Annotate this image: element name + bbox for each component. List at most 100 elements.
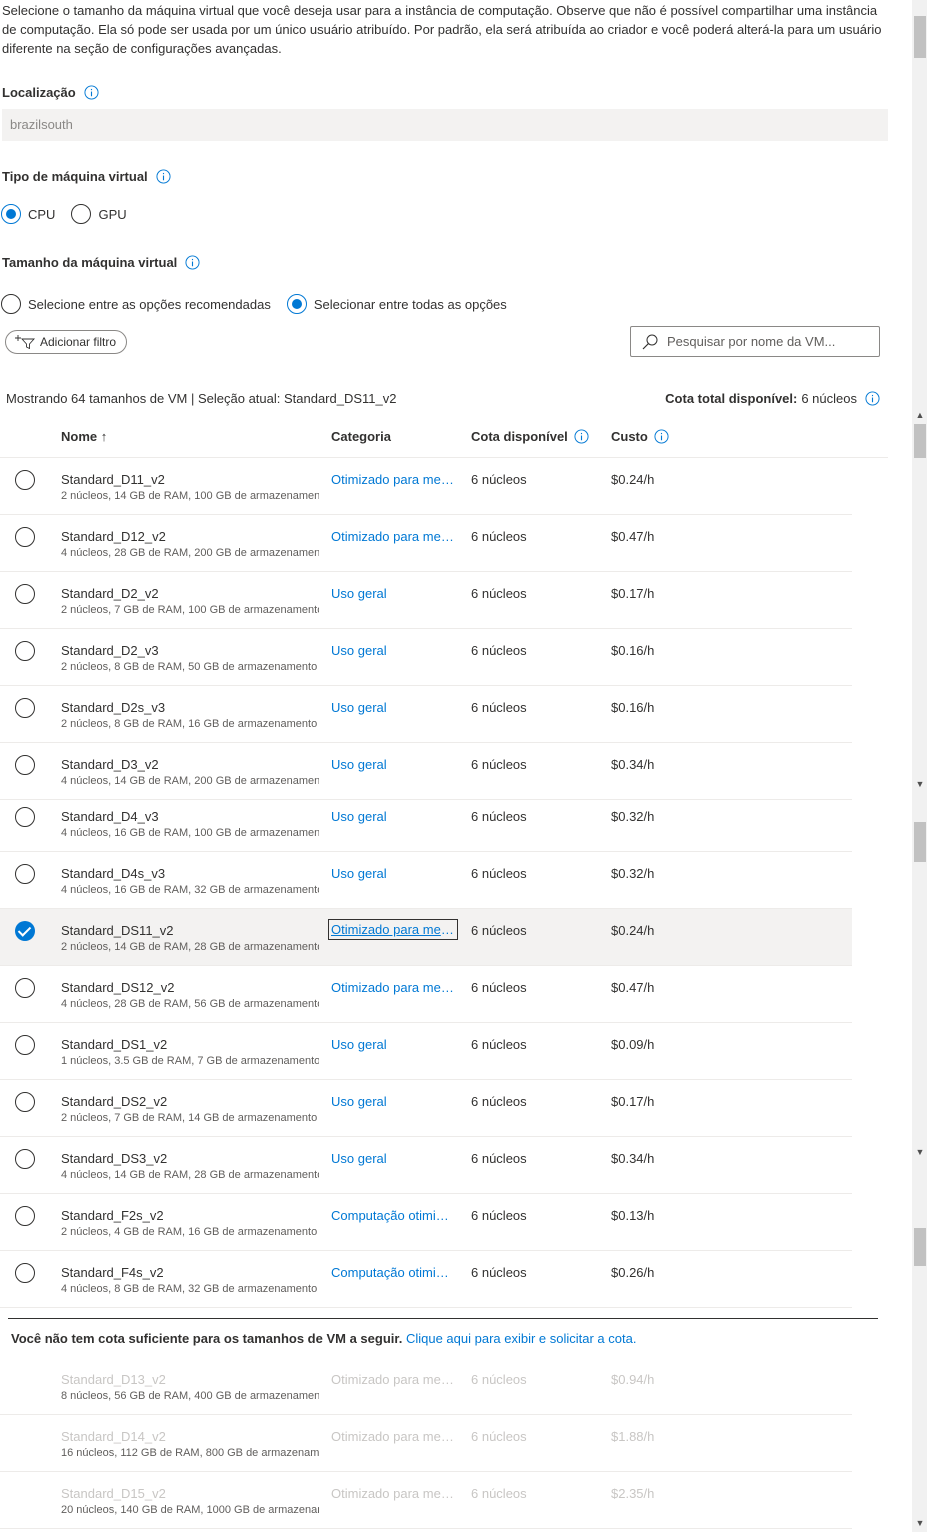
vm-name: Standard_F4s_v2 <box>61 1265 164 1280</box>
scroll-down-icon[interactable]: ▼ <box>915 780 925 789</box>
row-radio[interactable] <box>15 1092 35 1112</box>
vm-specs: 1 núcleos, 3.5 GB de RAM, 7 GB de armaze… <box>61 1055 319 1067</box>
row-radio[interactable] <box>15 978 35 998</box>
row-radio[interactable] <box>15 584 35 604</box>
row-radio[interactable] <box>15 698 35 718</box>
radio-all-options-label[interactable]: Selecionar entre todas as opções <box>314 297 507 312</box>
vm-size-label-group: Tamanho da máquina virtual <box>2 255 200 270</box>
vm-size-page: Selecione o tamanho da máquina virtual q… <box>0 0 912 1532</box>
vm-cost: $0.26/h <box>611 1265 655 1280</box>
row-radio[interactable] <box>15 527 35 547</box>
search-placeholder: Pesquisar por nome da VM... <box>667 334 836 349</box>
vm-quota: 6 núcleos <box>471 1486 527 1501</box>
table-row[interactable]: Standard_D3_v2 4 núcleos, 14 GB de RAM, … <box>0 743 852 800</box>
vm-category-link[interactable]: Computação otimizada <box>331 1208 455 1223</box>
vm-category-link[interactable]: Otimizado para memória <box>331 980 455 995</box>
row-radio[interactable] <box>15 1149 35 1169</box>
scroll-up-icon[interactable]: ▲ <box>915 411 925 420</box>
row-radio[interactable] <box>15 864 35 884</box>
table-row[interactable]: Standard_D2_v3 2 núcleos, 8 GB de RAM, 5… <box>0 629 852 686</box>
column-cost-label: Custo <box>611 429 648 444</box>
vm-quota: 6 núcleos <box>471 1208 527 1223</box>
vm-category-link[interactable]: Computação otimizada <box>331 1265 455 1280</box>
scrollbar-thumb[interactable] <box>914 1228 926 1266</box>
page-scrollbar[interactable] <box>912 0 927 1532</box>
table-row[interactable]: Standard_DS1_v2 1 núcleos, 3.5 GB de RAM… <box>0 1023 852 1080</box>
table-row[interactable]: Standard_D12_v2 4 núcleos, 28 GB de RAM,… <box>0 515 852 572</box>
vm-name: Standard_F2s_v2 <box>61 1208 164 1223</box>
row-radio[interactable] <box>15 1035 35 1055</box>
table-row[interactable]: Standard_D11_v2 2 núcleos, 14 GB de RAM,… <box>0 458 852 515</box>
column-quota[interactable]: Cota disponível <box>471 429 589 444</box>
scrollbar-thumb[interactable] <box>914 424 926 458</box>
table-row-selected[interactable]: Standard_DS11_v2 2 núcleos, 14 GB de RAM… <box>0 909 852 966</box>
vm-category-link[interactable]: Uso geral <box>331 1037 455 1052</box>
row-radio[interactable] <box>15 1206 35 1226</box>
vm-category-link[interactable]: Uso geral <box>331 700 455 715</box>
table-row[interactable]: Standard_D4s_v3 4 núcleos, 16 GB de RAM,… <box>0 852 852 909</box>
filter-icon <box>15 335 36 349</box>
no-quota-message: Você não tem cota suficiente para os tam… <box>11 1331 636 1346</box>
row-radio[interactable] <box>15 1263 35 1283</box>
vm-category-link[interactable]: Uso geral <box>331 586 455 601</box>
table-row[interactable]: Standard_DS2_v2 2 núcleos, 7 GB de RAM, … <box>0 1080 852 1137</box>
vm-category-link[interactable]: Uso geral <box>331 757 455 772</box>
vm-specs: 2 núcleos, 14 GB de RAM, 100 GB de armaz… <box>61 490 319 502</box>
column-cost[interactable]: Custo <box>611 429 669 444</box>
scroll-down-icon[interactable]: ▼ <box>915 1519 925 1528</box>
vm-category-link[interactable]: Uso geral <box>331 1151 455 1166</box>
request-quota-link[interactable]: Clique aqui para exibir e solicitar a co… <box>406 1331 637 1346</box>
scrollbar-thumb[interactable] <box>914 822 926 862</box>
vm-name: Standard_DS11_v2 <box>61 923 174 938</box>
vm-cost: $0.17/h <box>611 586 655 601</box>
vm-quota: 6 núcleos <box>471 643 527 658</box>
vm-specs: 2 núcleos, 4 GB de RAM, 16 GB de armazen… <box>61 1226 318 1238</box>
vm-category-link[interactable]: Otimizado para memória <box>331 529 455 544</box>
row-check-icon[interactable] <box>15 921 35 941</box>
radio-recommended-label[interactable]: Selecione entre as opções recomendadas <box>28 297 271 312</box>
info-icon[interactable] <box>156 169 171 184</box>
table-row[interactable]: Standard_F4s_v2 4 núcleos, 8 GB de RAM, … <box>0 1251 852 1308</box>
info-icon[interactable] <box>84 85 99 100</box>
row-radio[interactable] <box>15 807 35 827</box>
info-icon[interactable] <box>574 429 589 444</box>
vm-category-link[interactable]: Uso geral <box>331 866 455 881</box>
vm-category-link[interactable]: Uso geral <box>331 643 455 658</box>
radio-all-options[interactable] <box>286 294 307 314</box>
vm-name: Standard_D14_v2 <box>61 1429 166 1444</box>
scroll-down-icon[interactable]: ▼ <box>915 1148 925 1157</box>
info-icon[interactable] <box>185 255 200 270</box>
radio-cpu[interactable] <box>1 204 21 224</box>
vm-category-link[interactable]: Otimizado para memória <box>328 919 458 940</box>
table-row[interactable]: Standard_D2_v2 2 núcleos, 7 GB de RAM, 1… <box>0 572 852 629</box>
vm-cost: $0.47/h <box>611 529 655 544</box>
vm-name: Standard_D15_v2 <box>61 1486 166 1501</box>
vm-category-link[interactable]: Uso geral <box>331 809 455 824</box>
vm-cost: $0.24/h <box>611 472 655 487</box>
table-row[interactable]: Standard_DS12_v2 4 núcleos, 28 GB de RAM… <box>0 966 852 1023</box>
vm-cost: $0.16/h <box>611 643 655 658</box>
add-filter-button[interactable]: Adicionar filtro <box>5 330 128 354</box>
column-category-label: Categoria <box>331 429 391 444</box>
scrollbar-thumb[interactable] <box>914 16 926 58</box>
row-radio[interactable] <box>15 470 35 490</box>
table-row[interactable]: Standard_DS3_v2 4 núcleos, 14 GB de RAM,… <box>0 1137 852 1194</box>
radio-gpu[interactable] <box>71 204 92 224</box>
row-radio[interactable] <box>15 755 35 775</box>
vm-specs: 4 núcleos, 14 GB de RAM, 28 GB de armaze… <box>61 1169 319 1181</box>
radio-recommended[interactable] <box>1 294 21 314</box>
row-radio[interactable] <box>15 641 35 661</box>
info-icon[interactable] <box>654 429 669 444</box>
vm-category-link[interactable]: Otimizado para memória <box>331 472 455 487</box>
column-name[interactable]: Nome ↑ <box>61 429 107 444</box>
info-icon[interactable] <box>865 391 880 406</box>
total-quota-label: Cota total disponível: <box>665 391 798 406</box>
table-row[interactable]: Standard_D2s_v3 2 núcleos, 8 GB de RAM, … <box>0 686 852 743</box>
radio-gpu-label[interactable]: GPU <box>98 207 126 222</box>
vm-category-link[interactable]: Uso geral <box>331 1094 455 1109</box>
table-row[interactable]: Standard_F2s_v2 2 núcleos, 4 GB de RAM, … <box>0 1194 852 1251</box>
radio-cpu-label[interactable]: CPU <box>28 207 55 222</box>
table-row[interactable]: Standard_D4_v3 4 núcleos, 16 GB de RAM, … <box>0 795 852 852</box>
search-input[interactable]: Pesquisar por nome da VM... <box>630 326 880 357</box>
column-category[interactable]: Categoria <box>331 429 391 444</box>
